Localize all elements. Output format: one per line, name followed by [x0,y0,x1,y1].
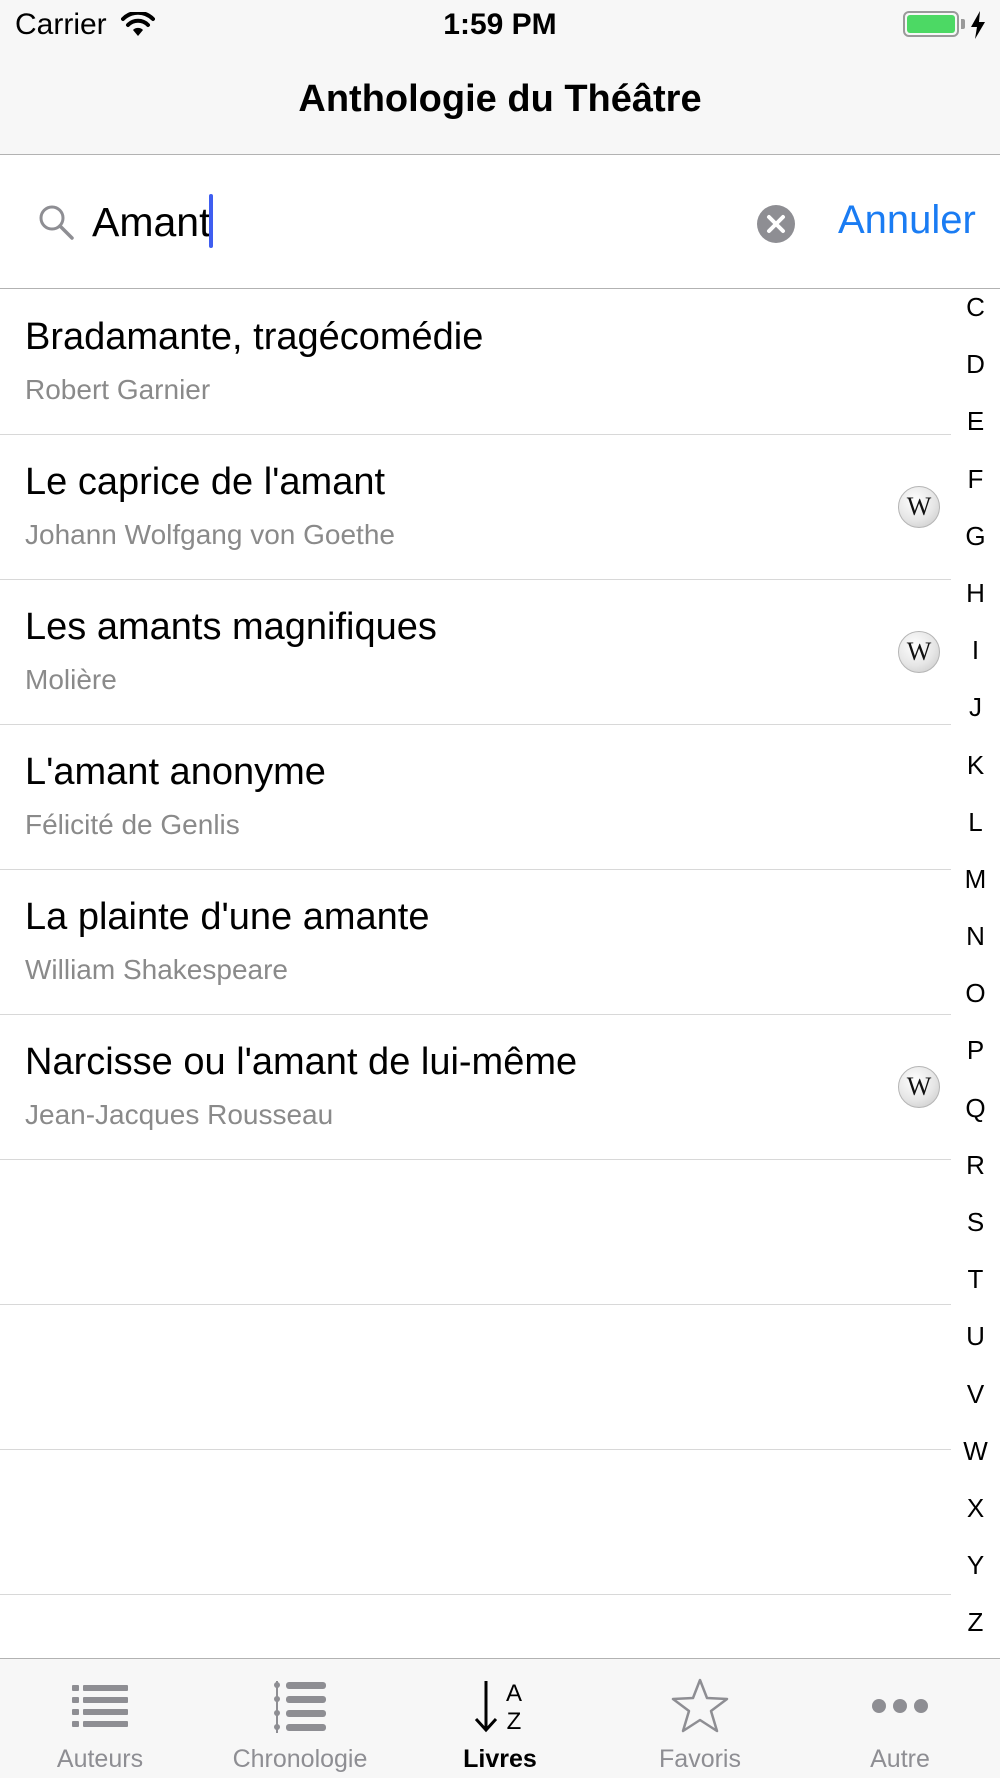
index-letter-k[interactable]: K [951,743,1000,800]
sort-az-icon: A Z [474,1680,522,1735]
index-letter-m[interactable]: M [951,857,1000,914]
book-title: Narcisse ou l'amant de lui-même [25,1041,578,1083]
list-item[interactable]: La plainte d'une amante William Shakespe… [0,870,951,1015]
tab-label: Autre [870,1745,930,1773]
index-letter-h[interactable]: H [951,571,1000,628]
status-bar: Carrier 1:59 PM [0,0,1000,50]
wikipedia-icon[interactable]: W [898,631,940,673]
list-item[interactable]: L'amant anonyme Félicité de Genlis [0,725,951,870]
search-bar: Annuler [0,156,1000,289]
index-letter-u[interactable]: U [951,1314,1000,1371]
book-author: Robert Garnier [25,374,211,405]
index-letter-q[interactable]: Q [951,1086,1000,1143]
tab-label: Chronologie [232,1745,368,1773]
tab-label: Favoris [659,1745,741,1773]
timeline-icon [274,1681,326,1733]
wikipedia-icon[interactable]: W [898,1066,940,1108]
book-author: William Shakespeare [25,954,288,985]
list-item[interactable]: Le caprice de l'amant Johann Wolfgang vo… [0,435,951,580]
index-letter-i[interactable]: I [951,628,1000,685]
empty-row [0,1160,951,1305]
empty-row [0,1450,951,1595]
tab-livres[interactable]: A Z Livres [400,1659,600,1778]
star-icon [671,1678,729,1733]
list-item[interactable]: Les amants magnifiques Molière W [0,580,951,725]
results-list: Bradamante, tragécomédie Robert Garnier … [0,290,951,1595]
index-letter-l[interactable]: L [951,800,1000,857]
index-letter-s[interactable]: S [951,1200,1000,1257]
index-letter-v[interactable]: V [951,1372,1000,1429]
index-letter-c[interactable]: C [951,285,1000,342]
index-letter-x[interactable]: X [951,1486,1000,1543]
index-letter-g[interactable]: G [951,514,1000,571]
search-input[interactable] [92,194,732,250]
page-title: Anthologie du Théâtre [298,78,702,120]
book-title: Les amants magnifiques [25,606,437,648]
index-letter-e[interactable]: E [951,399,1000,456]
list-item[interactable]: Narcisse ou l'amant de lui-même Jean-Jac… [0,1015,951,1160]
tab-bar: Auteurs Chronologie A Z Livres Favoris A… [0,1658,1000,1778]
text-cursor [209,194,213,248]
book-author: Félicité de Genlis [25,809,240,840]
wikipedia-icon[interactable]: W [898,486,940,528]
clear-icon[interactable] [756,204,796,244]
book-author: Jean-Jacques Rousseau [25,1099,334,1130]
battery-icon [903,11,959,37]
index-letter-y[interactable]: Y [951,1543,1000,1600]
index-letter-w[interactable]: W [951,1429,1000,1486]
cancel-button[interactable]: Annuler [838,198,976,243]
svg-text:A: A [506,1680,522,1707]
tab-label: Auteurs [56,1745,144,1773]
index-letter-j[interactable]: J [951,685,1000,742]
index-letter-o[interactable]: O [951,971,1000,1028]
book-title: La plainte d'une amante [25,896,430,938]
charging-bolt-icon [971,11,985,39]
list-item[interactable]: Bradamante, tragécomédie Robert Garnier [0,290,951,435]
book-author: Johann Wolfgang von Goethe [25,519,395,550]
book-title: Le caprice de l'amant [25,461,386,503]
list-icon [72,1685,128,1727]
tab-chronologie[interactable]: Chronologie [200,1659,400,1778]
tab-auteurs[interactable]: Auteurs [0,1659,200,1778]
tab-autre[interactable]: Autre [800,1659,1000,1778]
index-letter-n[interactable]: N [951,914,1000,971]
index-letter-z[interactable]: Z [951,1600,1000,1657]
empty-row [0,1305,951,1450]
tab-favoris[interactable]: Favoris [600,1659,800,1778]
search-icon [39,205,74,240]
index-letter-t[interactable]: T [951,1257,1000,1314]
book-title: Bradamante, tragécomédie [25,316,484,358]
index-letter-f[interactable]: F [951,457,1000,514]
book-author: Molière [25,664,117,695]
status-time: 1:59 PM [443,8,557,41]
index-letter-r[interactable]: R [951,1143,1000,1200]
index-letter-d[interactable]: D [951,342,1000,399]
section-index[interactable]: CDEFGHIJKLMNOPQRSTUVWXYZ [951,285,1000,1658]
tab-label: Livres [463,1745,537,1773]
index-letter-p[interactable]: P [951,1028,1000,1085]
svg-text:Z: Z [507,1708,522,1735]
more-icon [872,1699,928,1713]
book-title: L'amant anonyme [25,751,326,793]
battery-cap [961,19,965,29]
navigation-bar: Anthologie du Théâtre [0,50,1000,155]
